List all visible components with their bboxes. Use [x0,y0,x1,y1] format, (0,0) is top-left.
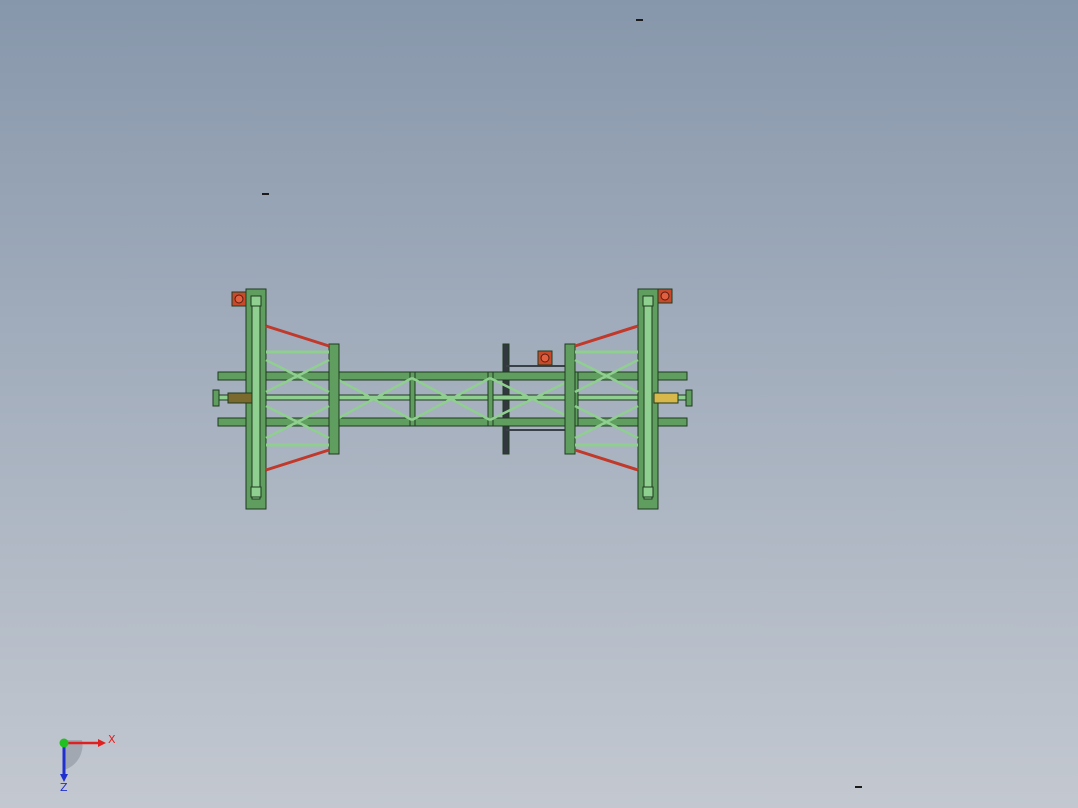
bolt-plate [250,295,262,307]
top-chord [217,371,688,381]
bolt-plate [642,295,654,307]
z-axis-label: Z [60,781,68,792]
x-axis-label: X [108,733,116,746]
red-strut [574,448,639,472]
bottom-chord [217,417,688,427]
inner-column [564,343,576,455]
red-strut [265,448,330,472]
graphics-viewport[interactable]: X Z [0,0,1078,808]
end-column-inner [251,298,261,500]
inner-column [328,343,340,455]
bolt-head [540,353,550,363]
end-cap [212,389,220,407]
end-column-inner [643,298,653,500]
y-axis-dot [59,738,69,748]
x-axis-arrowhead [98,739,106,747]
red-strut [265,324,330,348]
bolt-plate [642,486,654,498]
truss-frame-model[interactable] [0,0,1078,808]
bolt-plate [250,486,262,498]
bolt-head [660,291,670,301]
clamp-left [227,392,253,404]
clamp-right [653,392,679,404]
end-cap [685,389,693,407]
orientation-triad: X Z [59,733,116,792]
red-strut [574,324,639,348]
bolt-head [234,294,244,304]
